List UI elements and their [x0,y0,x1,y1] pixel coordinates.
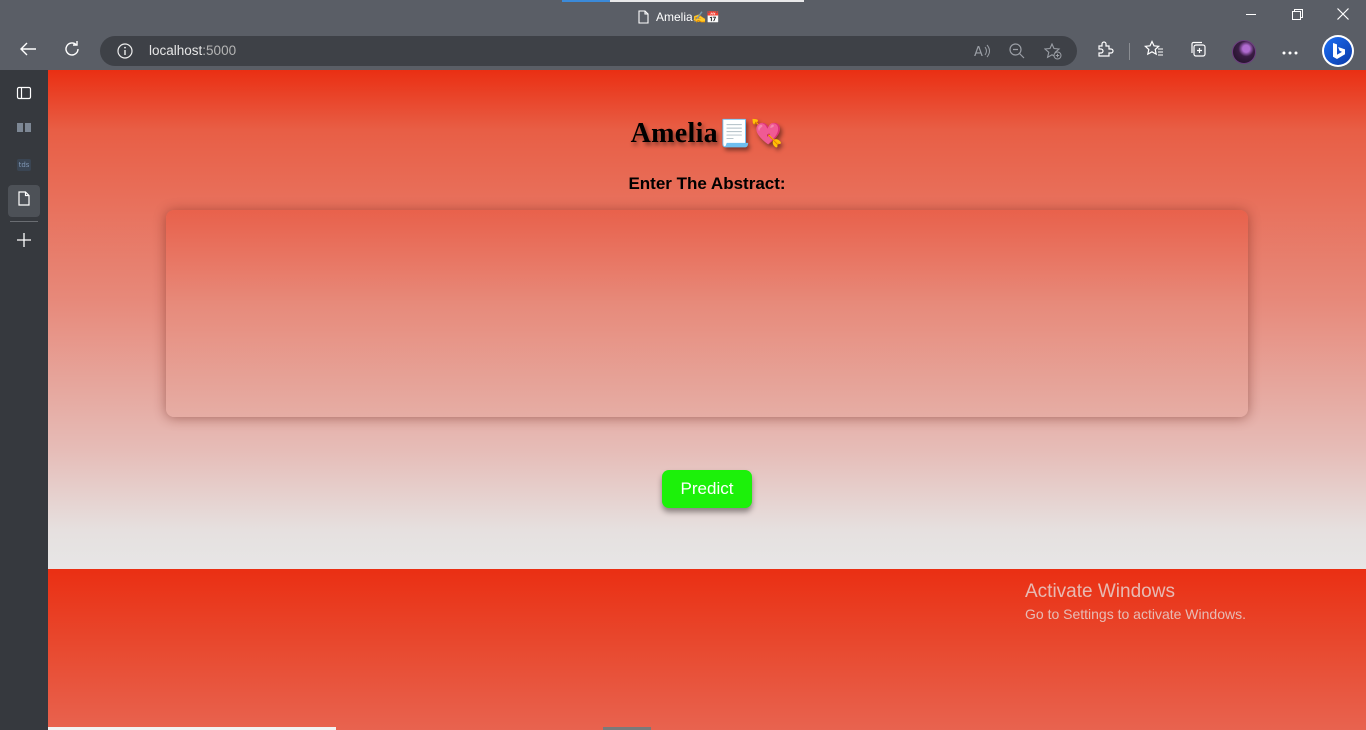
minimize-button[interactable] [1228,0,1274,32]
read-aloud-icon[interactable]: A [974,43,991,64]
sidebar-divider [10,221,38,222]
windows-activation-watermark: Activate Windows Go to Settings to activ… [1025,581,1246,622]
tds-icon: tds [16,159,32,171]
sidebar-tab-tds[interactable]: tds [8,149,40,181]
minimize-icon [1245,7,1257,25]
back-icon [19,41,37,62]
browser-tab[interactable]: Amelia✍️📅 [638,8,720,26]
browser-title-bar: Amelia✍️📅 [0,0,1366,32]
vertical-tabs-sidebar: tds [0,70,48,730]
toolbar-separator [1129,43,1130,60]
watermark-line-1: Activate Windows [1025,581,1175,602]
bing-button[interactable] [1322,35,1354,67]
tab-strip-indicator [562,0,804,2]
svg-text:A: A [974,45,983,59]
more-button[interactable] [1274,36,1306,66]
url-text[interactable]: localhost:5000 [149,43,236,58]
predict-button[interactable]: Predict [662,470,752,508]
extensions-icon [1096,40,1114,63]
close-button[interactable] [1320,0,1366,32]
abstract-label: Enter The Abstract: [628,174,786,193]
add-icon [16,232,32,253]
profile-avatar[interactable] [1232,40,1256,64]
bing-icon [1324,37,1352,65]
sidebar-tab-page[interactable] [8,185,40,217]
tab-title-text: Amelia✍️📅 [656,10,721,24]
add-favorite-icon[interactable] [1043,42,1062,65]
watermark-line-2: Go to Settings to activate Windows. [1025,606,1246,622]
favorites-icon [1143,39,1164,63]
info-icon[interactable] [117,43,133,64]
refresh-button[interactable] [56,36,88,66]
favorites-button[interactable] [1138,36,1170,66]
tab-actions-button[interactable] [8,79,40,111]
window-controls [1228,0,1366,32]
web-page: Amelia📃💘 Enter The Abstract: Predict [48,70,1366,730]
restore-icon [1291,7,1303,25]
abstract-input[interactable] [166,210,1248,417]
page-title-text: Amelia [630,118,718,149]
tab-actions-icon [16,85,32,106]
collections-button[interactable] [1182,36,1214,66]
collections-icon [1189,40,1207,63]
page-icon [18,191,30,211]
close-icon [1337,7,1349,25]
more-icon [1282,42,1298,60]
browser-toolbar: localhost:5000 A [0,32,1366,70]
document-icon [638,10,649,24]
extensions-button[interactable] [1089,36,1121,66]
address-bar[interactable]: localhost:5000 A [100,36,1077,66]
main-section: Amelia📃💘 Enter The Abstract: Predict [48,70,1366,569]
tab-title-emoji: ✍️📅 [692,12,721,24]
book-icon [16,120,32,138]
sidebar-tab-book[interactable] [8,113,40,145]
new-tab-button[interactable] [8,226,40,258]
page-title: Amelia📃💘 [48,118,1366,150]
restore-button[interactable] [1274,0,1320,32]
page-title-emoji: 📃💘 [717,119,784,149]
refresh-icon [63,40,81,63]
zoom-out-icon[interactable] [1009,43,1025,64]
back-button[interactable] [12,36,44,66]
active-tab-indicator [562,0,610,2]
